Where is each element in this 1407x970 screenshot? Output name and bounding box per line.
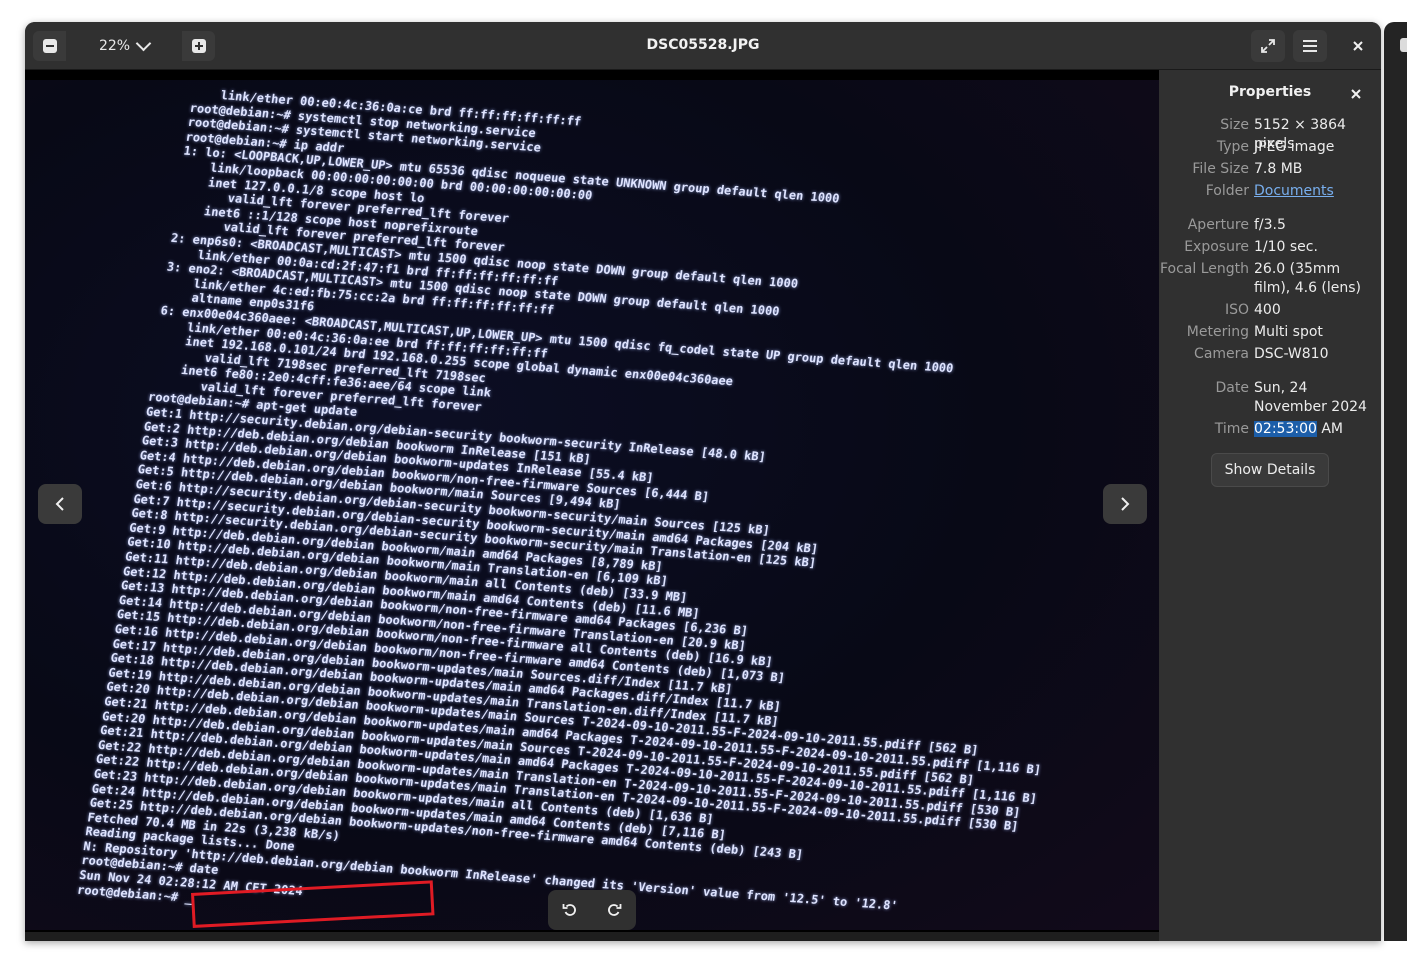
property-value: 26.0 (35mm film), 4.6 (lens) — [1254, 261, 1362, 296]
property-folder: Folder Documents — [1159, 182, 1381, 201]
property-value[interactable]: 02:53:00 AM — [1254, 420, 1379, 439]
photo-terminal-text: link/ether 00:e0:4c:36:0a:ce brd ff:ff:f… — [76, 86, 1090, 930]
background-window — [1384, 22, 1407, 941]
rotate-left-icon — [562, 904, 576, 916]
zoom-level-value: 22% — [98, 38, 131, 54]
property-value: Multi spot — [1254, 324, 1323, 340]
rotate-left-button[interactable] — [548, 890, 592, 930]
properties-panel: Properties Size 5152 × 3864 pixels Type … — [1159, 70, 1381, 941]
headerbar: 22% DSC05528.JPG — [25, 22, 1381, 70]
property-date: Date Sun, 24 November 2024 — [1159, 379, 1381, 417]
show-details-button[interactable]: Show Details — [1211, 453, 1329, 487]
property-value: JPEG image — [1254, 139, 1335, 155]
chevron-down-icon — [135, 35, 152, 52]
zoom-out-icon — [42, 39, 57, 53]
property-label: Focal Length — [1159, 261, 1249, 277]
close-icon — [1351, 89, 1361, 99]
property-label: Aperture — [1187, 217, 1249, 233]
property-metering: Metering Multi spot — [1159, 323, 1381, 342]
property-label: Camera — [1194, 346, 1249, 362]
image-canvas[interactable]: link/ether 00:e0:4c:36:0a:ce brd ff:ff:f… — [25, 70, 1159, 941]
chevron-left-icon — [55, 497, 64, 511]
next-image-button[interactable] — [1103, 484, 1147, 524]
rotate-controls — [548, 890, 636, 930]
property-label: Folder — [1205, 183, 1249, 199]
zoom-control: 22% — [33, 31, 215, 61]
properties-close-button[interactable] — [1346, 84, 1366, 104]
property-aperture: Aperture f/3.5 — [1159, 216, 1381, 235]
folder-link[interactable]: Documents — [1254, 183, 1334, 199]
chevron-right-icon — [1121, 497, 1130, 511]
property-camera: Camera DSC-W810 — [1159, 345, 1381, 364]
property-label: Exposure — [1184, 239, 1249, 255]
property-label: Type — [1216, 139, 1249, 155]
photo: link/ether 00:e0:4c:36:0a:ce brd ff:ff:f… — [25, 80, 1159, 930]
property-focal-length: Focal Length 26.0 (35mm film), 4.6 (lens… — [1159, 260, 1381, 298]
property-value: f/3.5 — [1254, 217, 1286, 233]
property-time: Time 02:53:00 AM — [1159, 420, 1381, 439]
property-value: 400 — [1254, 302, 1281, 318]
window-close-button[interactable] — [1341, 30, 1375, 62]
previous-image-button[interactable] — [38, 484, 82, 524]
property-label: Metering — [1186, 324, 1249, 340]
property-label: File Size — [1192, 161, 1249, 177]
canvas-bottom-bar — [25, 932, 1159, 941]
property-type: Type JPEG image — [1159, 138, 1381, 157]
zoom-in-button[interactable] — [182, 31, 215, 61]
zoom-level-dropdown[interactable]: 22% — [66, 31, 182, 61]
fullscreen-icon — [1261, 39, 1275, 53]
main-menu-button[interactable] — [1293, 30, 1327, 62]
time-suffix: AM — [1316, 421, 1343, 437]
property-value: Sun, 24 November 2024 — [1254, 380, 1367, 415]
property-label: ISO — [1224, 302, 1249, 318]
selected-text: 02:53:00 — [1254, 421, 1317, 437]
background-window-button — [1400, 38, 1407, 52]
property-value: DSC-W810 — [1254, 346, 1329, 362]
property-exposure: Exposure 1/10 sec. — [1159, 238, 1381, 257]
fullscreen-button[interactable] — [1251, 30, 1285, 62]
close-icon — [1353, 41, 1363, 51]
rotate-right-button[interactable] — [592, 890, 636, 930]
property-iso: ISO 400 — [1159, 301, 1381, 320]
property-value: 7.8 MB — [1254, 161, 1303, 177]
rotate-right-icon — [608, 904, 622, 916]
property-label: Time — [1214, 421, 1249, 437]
hamburger-menu-icon — [1303, 40, 1317, 52]
image-viewer-window: 22% DSC05528.JPG link/ether 00:e0:4c:36:… — [25, 22, 1381, 941]
zoom-in-icon — [191, 39, 206, 53]
property-file-size: File Size 7.8 MB — [1159, 160, 1381, 179]
zoom-out-button[interactable] — [33, 31, 66, 61]
property-value: 1/10 sec. — [1254, 239, 1318, 255]
window-title: DSC05528.JPG — [646, 37, 760, 53]
property-label: Date — [1215, 380, 1249, 396]
